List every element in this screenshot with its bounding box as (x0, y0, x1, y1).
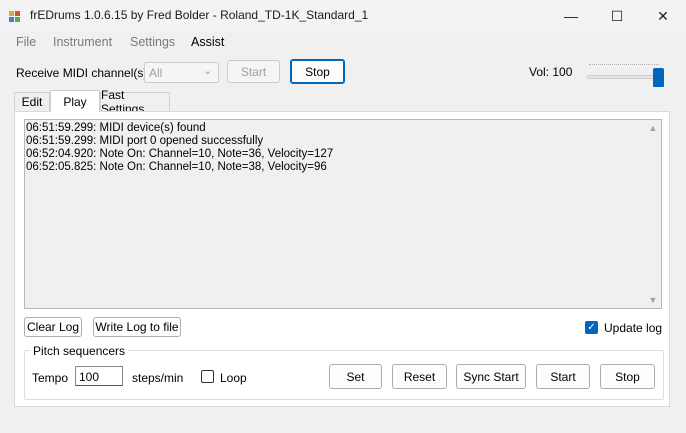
volume-slider-thumb[interactable] (653, 68, 664, 87)
midi-channel-select[interactable]: All ⌄ (144, 62, 219, 83)
sequencer-start-button[interactable]: Start (536, 364, 590, 389)
volume-label: Vol: 100 (529, 65, 573, 79)
close-icon: ✕ (657, 7, 669, 24)
window-title: frEDrums 1.0.6.15 by Fred Bolder - Rolan… (30, 8, 369, 22)
volume-slider[interactable] (587, 61, 665, 87)
volume-slider-ticks (589, 64, 659, 66)
update-log-label: Update log (604, 321, 663, 335)
chevron-down-icon: ⌄ (203, 65, 213, 77)
close-button[interactable]: ✕ (640, 0, 686, 32)
tab-play[interactable]: Play (50, 90, 100, 112)
midi-channel-value: All (149, 66, 163, 80)
loop-checkbox[interactable] (201, 370, 214, 383)
minimize-button[interactable]: — (548, 0, 594, 32)
maximize-icon: ☐ (610, 7, 624, 24)
menu-assist[interactable]: Assist (191, 35, 224, 49)
sequencer-stop-button[interactable]: Stop (600, 364, 655, 389)
menu-instrument[interactable]: Instrument (53, 35, 112, 49)
log-line: 06:51:59.299: MIDI port 0 opened success… (26, 135, 264, 147)
steps-label: steps/min (132, 371, 184, 385)
loop-label: Loop (220, 371, 247, 385)
log-line: 06:51:59.299: MIDI device(s) found (26, 122, 206, 134)
tempo-input[interactable]: 100 (75, 366, 123, 386)
pitch-sequencers-title: Pitch sequencers (30, 344, 129, 358)
tempo-value: 100 (79, 370, 100, 384)
tab-fast-settings[interactable]: Fast Settings (100, 88, 170, 116)
maximize-button[interactable]: ☐ (594, 0, 640, 32)
tab-edit[interactable]: Edit (14, 92, 50, 111)
menu-settings[interactable]: Settings (130, 35, 175, 49)
log-line: 06:52:05.825: Note On: Channel=10, Note=… (26, 161, 327, 173)
reset-button[interactable]: Reset (392, 364, 447, 389)
update-log-checkbox[interactable]: ✓ (585, 321, 598, 334)
checkmark-icon: ✓ (587, 322, 596, 333)
scroll-down-icon[interactable]: ▼ (648, 295, 658, 305)
set-button[interactable]: Set (329, 364, 382, 389)
log-line: 06:52:04.920: Note On: Channel=10, Note=… (26, 148, 334, 160)
tempo-label: Tempo (32, 371, 69, 385)
stop-button[interactable]: Stop (290, 59, 345, 84)
receive-midi-label: Receive MIDI channel(s) (16, 66, 148, 80)
start-button[interactable]: Start (227, 60, 280, 83)
menu-file[interactable]: File (16, 35, 36, 49)
sync-start-button[interactable]: Sync Start (456, 364, 526, 389)
scroll-up-icon[interactable]: ▲ (648, 123, 658, 133)
volume-slider-track (587, 75, 663, 79)
app-icon (8, 8, 24, 24)
minimize-icon: — (564, 8, 578, 24)
clear-log-button[interactable]: Clear Log (24, 317, 82, 337)
write-log-button[interactable]: Write Log to file (93, 317, 181, 337)
